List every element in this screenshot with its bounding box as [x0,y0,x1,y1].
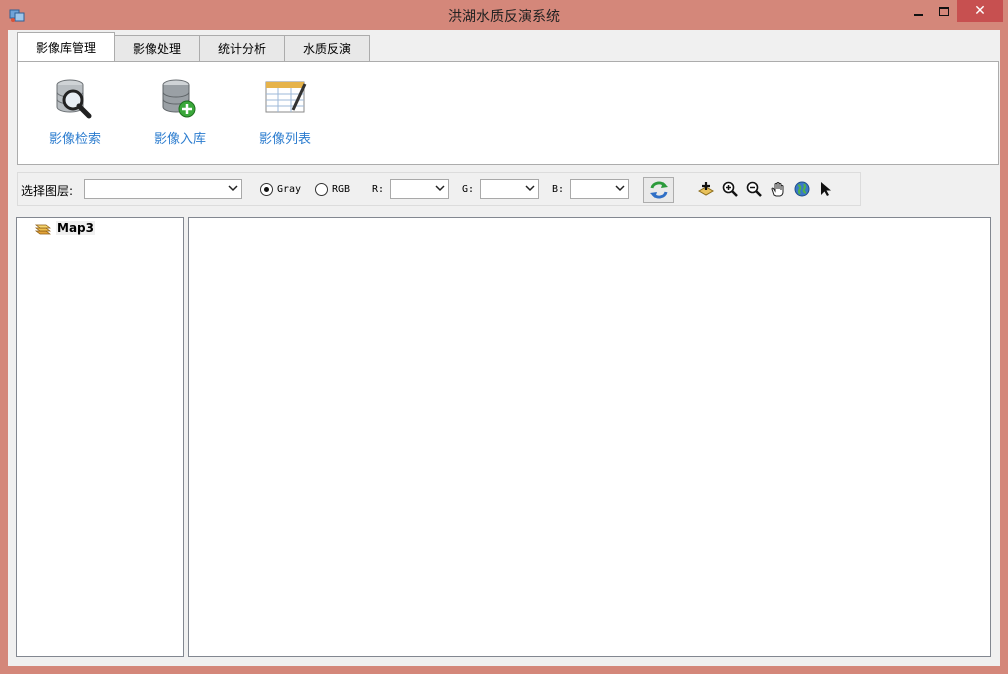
database-add-icon [162,79,196,118]
refresh-button[interactable] [643,177,674,203]
image-import-button[interactable]: 影像入库 [135,74,225,154]
layer-toolbar: 选择图层: Gray RGB R: G: B: [17,172,861,206]
tree-item-map[interactable]: Map3 [35,221,95,235]
title-bar[interactable]: 洪湖水质反演系统 ✕ [0,0,1008,30]
close-icon: ✕ [974,3,986,19]
zoom-in-icon[interactable] [722,181,738,197]
layers-icon [35,224,51,235]
minimize-button[interactable] [904,0,932,22]
tab-statistics[interactable]: 统计分析 [199,35,286,61]
g-band-label: G: [462,184,475,195]
tab-strip: 影像库管理 影像处理 统计分析 水质反演 [17,32,371,61]
r-band-select[interactable] [390,179,449,199]
window-title: 洪湖水质反演系统 [448,9,560,25]
rgb-mode-label: RGB [332,184,351,195]
tab-image-processing[interactable]: 影像处理 [114,35,201,61]
select-pointer-icon[interactable] [818,181,834,197]
maximize-icon [939,6,949,16]
layer-select-label: 选择图层: [21,184,74,198]
rgb-mode-radio[interactable] [315,183,328,196]
tree-item-label: Map3 [56,221,95,235]
map-view[interactable] [188,217,991,657]
g-band-select[interactable] [480,179,539,199]
add-data-icon[interactable] [698,181,714,197]
gray-mode-label: Gray [277,184,302,195]
database-search-icon [56,79,92,119]
zoom-out-icon[interactable] [746,181,762,197]
chevron-down-icon [525,185,535,192]
image-list-button[interactable]: 影像列表 [240,74,330,154]
layer-tree-panel[interactable]: Map3 [16,217,184,657]
ribbon-panel: 影像检索 影像入库 影像列表 [17,61,999,165]
full-extent-globe-icon[interactable] [794,181,810,197]
image-import-label: 影像入库 [153,132,206,147]
maximize-button[interactable] [930,0,958,22]
image-list-label: 影像列表 [258,132,311,147]
r-band-label: R: [372,184,385,195]
minimize-icon [913,14,923,16]
table-list-icon [265,81,307,113]
chevron-down-icon [435,185,445,192]
b-band-label: B: [552,184,565,195]
image-search-button[interactable]: 影像检索 [30,74,120,154]
chevron-down-icon [615,185,625,192]
tab-image-library[interactable]: 影像库管理 [17,32,116,61]
app-window: 洪湖水质反演系统 ✕ 影像库管理 影像处理 统计分析 水质反演 影像检索 影像入… [0,0,1008,674]
image-search-label: 影像检索 [48,132,101,147]
chevron-down-icon [228,185,238,192]
refresh-icon [649,181,668,199]
client-area: 影像库管理 影像处理 统计分析 水质反演 影像检索 影像入库 影像列表 选择图层… [8,30,1000,666]
close-button[interactable]: ✕ [957,0,1003,22]
tab-water-quality[interactable]: 水质反演 [284,35,371,61]
pan-hand-icon[interactable] [770,181,786,197]
b-band-select[interactable] [570,179,629,199]
layer-select[interactable] [84,179,242,199]
gray-mode-radio[interactable] [260,183,273,196]
